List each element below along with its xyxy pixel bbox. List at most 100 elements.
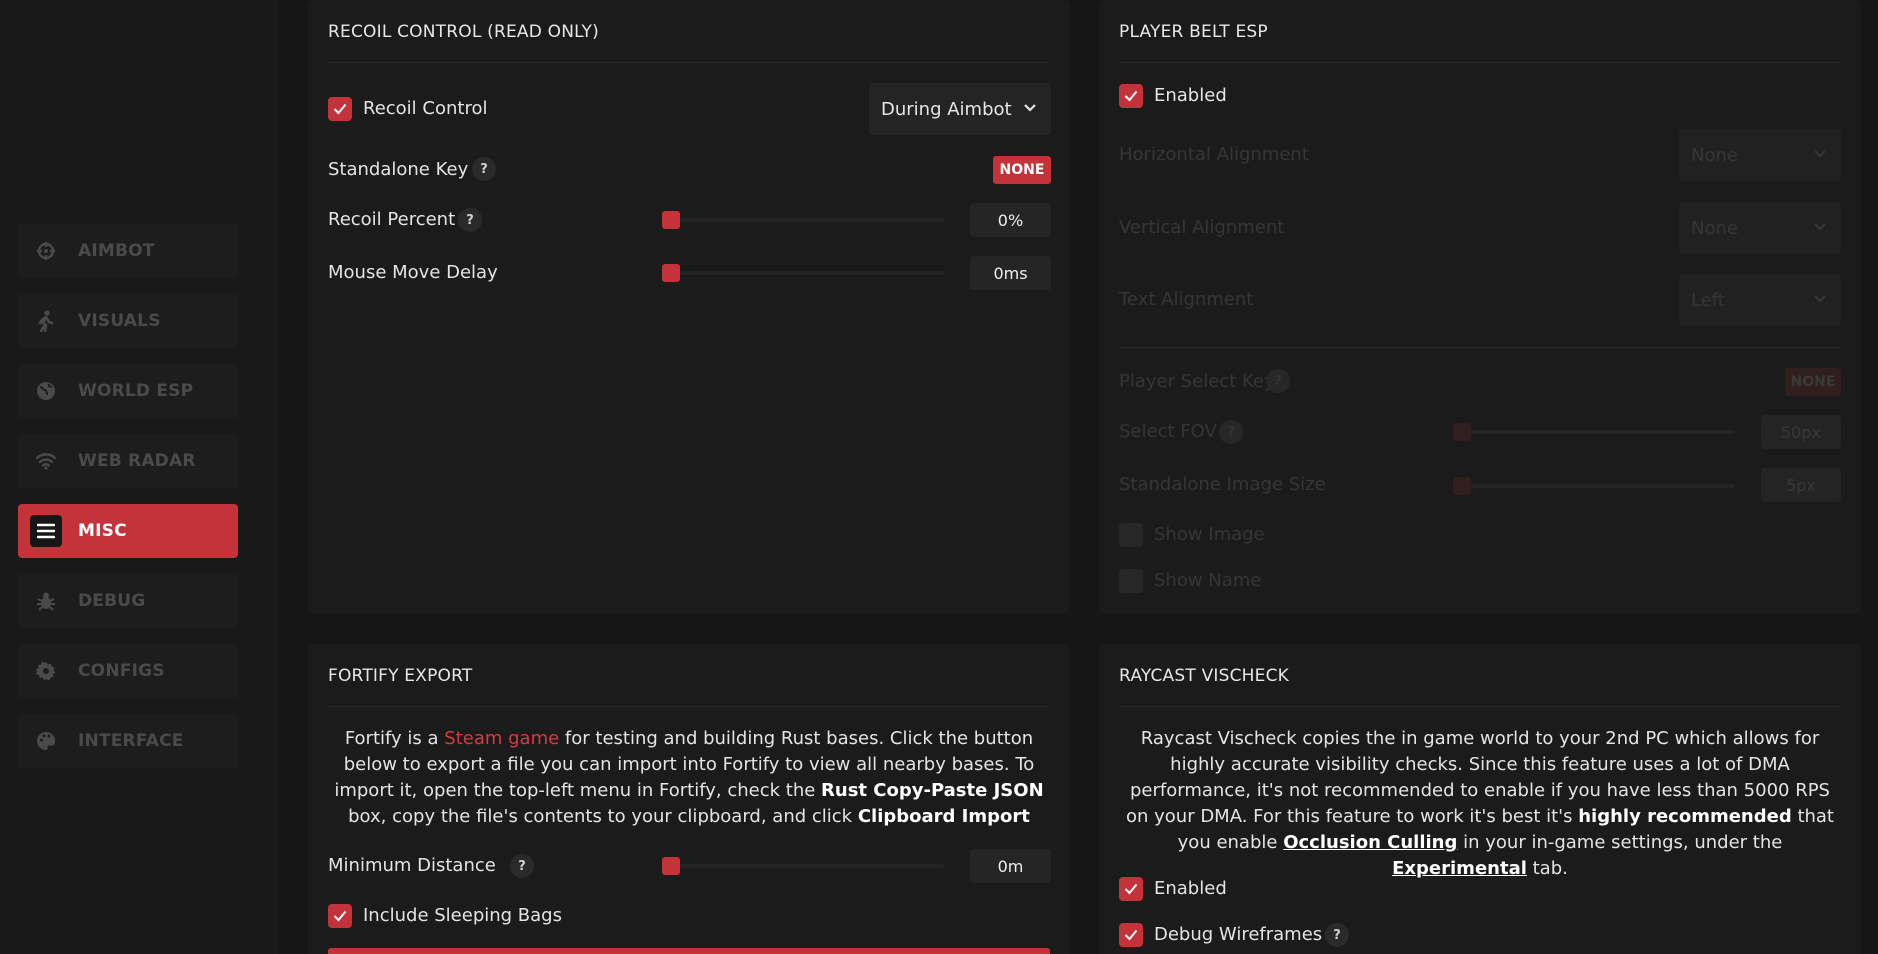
belt-esp-enabled-checkbox[interactable]: [1119, 84, 1143, 108]
sidebar-item-configs[interactable]: CONFIGS: [18, 644, 238, 698]
sidebar-item-debug[interactable]: DEBUG: [18, 574, 238, 628]
standalone-key-button[interactable]: NONE: [993, 156, 1051, 184]
panel-title: RECOIL CONTROL (READ ONLY): [328, 22, 599, 42]
help-icon[interactable]: ?: [472, 157, 496, 181]
help-icon[interactable]: ?: [458, 208, 482, 232]
dropdown-value: Left: [1691, 289, 1725, 311]
show-name-checkbox[interactable]: [1119, 569, 1143, 593]
recoil-percent-label: Recoil Percent: [328, 209, 456, 230]
description-text: box, copy the file's contents to your cl…: [348, 806, 858, 827]
sidebar-item-label: VISUALS: [78, 311, 161, 331]
help-icon[interactable]: ?: [1266, 369, 1290, 393]
divider: [328, 706, 1050, 707]
fortify-export-panel: FORTIFY EXPORT Fortify is a Steam game f…: [308, 644, 1070, 954]
raycast-enabled-checkbox[interactable]: [1119, 877, 1143, 901]
globe-icon: [30, 375, 62, 407]
experimental-link[interactable]: Experimental: [1392, 858, 1527, 879]
raycast-enabled-label: Enabled: [1154, 878, 1227, 899]
vertical-alignment-dropdown[interactable]: None: [1679, 202, 1841, 254]
dropdown-value: During Aimbot: [881, 98, 1012, 120]
horizontal-alignment-label: Horizontal Alignment: [1119, 144, 1309, 165]
show-image-checkbox[interactable]: [1119, 523, 1143, 547]
export-button[interactable]: [328, 948, 1050, 954]
raycast-description: Raycast Vischeck copies the in game worl…: [1119, 726, 1841, 882]
steam-game-link[interactable]: Steam game: [444, 728, 559, 749]
belt-esp-enabled-label: Enabled: [1154, 85, 1227, 106]
player-belt-esp-panel: PLAYER BELT ESP Enabled Horizontal Align…: [1099, 0, 1861, 614]
minimum-distance-slider[interactable]: [662, 864, 944, 868]
sidebar-item-label: WEB RADAR: [78, 451, 196, 471]
divider: [1119, 706, 1841, 707]
mouse-move-delay-label: Mouse Move Delay: [328, 262, 498, 283]
sidebar-item-label: AIMBOT: [78, 241, 155, 261]
help-icon[interactable]: ?: [1325, 923, 1349, 947]
checkmark-icon: [1124, 883, 1138, 895]
description-text: tab.: [1526, 858, 1568, 879]
chevron-down-icon: [1814, 295, 1826, 303]
select-fov-slider[interactable]: [1453, 430, 1735, 434]
recoil-control-panel: RECOIL CONTROL (READ ONLY) Recoil Contro…: [308, 0, 1070, 614]
recoil-mode-dropdown[interactable]: During Aimbot: [869, 83, 1051, 135]
player-select-key-label: Player Select Key: [1119, 371, 1275, 392]
wifi-icon: [30, 445, 62, 477]
text-alignment-label: Text Alignment: [1119, 289, 1254, 310]
description-bold: Rust Copy-Paste JSON: [821, 780, 1044, 801]
recoil-control-label: Recoil Control: [363, 98, 488, 119]
select-fov-value: 50px: [1761, 415, 1841, 449]
mouse-move-delay-slider[interactable]: [662, 271, 944, 275]
select-fov-label: Select FOV: [1119, 421, 1217, 442]
text-alignment-dropdown[interactable]: Left: [1679, 274, 1841, 326]
sidebar-item-aimbot[interactable]: AIMBOT: [18, 224, 238, 278]
minimum-distance-slider-thumb[interactable]: [662, 857, 680, 875]
horizontal-alignment-dropdown[interactable]: None: [1679, 129, 1841, 181]
help-icon[interactable]: ?: [510, 854, 534, 878]
divider: [1119, 347, 1841, 348]
show-name-label: Show Name: [1154, 570, 1262, 591]
sidebar-item-label: CONFIGS: [78, 661, 165, 681]
checkmark-icon: [333, 103, 347, 115]
chevron-down-icon: [1024, 104, 1036, 112]
sidebar-item-label: MISC: [78, 521, 127, 541]
palette-icon: [30, 725, 62, 757]
checkmark-icon: [333, 910, 347, 922]
sidebar-item-label: INTERFACE: [78, 731, 184, 751]
mouse-move-delay-slider-thumb[interactable]: [662, 264, 680, 282]
crosshair-icon: [30, 235, 62, 267]
dropdown-value: None: [1691, 144, 1738, 166]
panel-title: FORTIFY EXPORT: [328, 666, 473, 686]
fortify-description: Fortify is a Steam game for testing and …: [328, 726, 1050, 830]
sidebar-item-misc[interactable]: MISC: [18, 504, 238, 558]
occlusion-culling-link[interactable]: Occlusion Culling: [1283, 832, 1457, 853]
standalone-image-size-value: 5px: [1761, 468, 1841, 502]
walking-person-icon: [30, 305, 62, 337]
checkmark-icon: [1124, 929, 1138, 941]
standalone-image-size-slider-thumb[interactable]: [1453, 477, 1471, 495]
standalone-key-label: Standalone Key: [328, 159, 469, 180]
debug-wireframes-checkbox[interactable]: [1119, 923, 1143, 947]
panel-title: PLAYER BELT ESP: [1119, 22, 1268, 42]
recoil-percent-slider[interactable]: [662, 218, 944, 222]
description-text: in your in-game settings, under the: [1457, 832, 1783, 853]
chevron-down-icon: [1814, 223, 1826, 231]
sidebar-item-web-radar[interactable]: WEB RADAR: [18, 434, 238, 488]
sidebar-item-interface[interactable]: INTERFACE: [18, 714, 238, 768]
mouse-move-delay-value: 0ms: [970, 256, 1051, 290]
divider: [328, 62, 1050, 63]
recoil-percent-value: 0%: [970, 203, 1051, 237]
include-sleeping-bags-checkbox[interactable]: [328, 904, 352, 928]
standalone-image-size-slider[interactable]: [1453, 484, 1735, 488]
checkmark-icon: [1124, 90, 1138, 102]
recoil-percent-slider-thumb[interactable]: [662, 211, 680, 229]
gear-icon: [30, 655, 62, 687]
show-image-label: Show Image: [1154, 524, 1265, 545]
description-bold: Clipboard Import: [857, 806, 1030, 827]
select-fov-slider-thumb[interactable]: [1453, 423, 1471, 441]
recoil-control-checkbox[interactable]: [328, 97, 352, 121]
sidebar-item-world-esp[interactable]: WORLD ESP: [18, 364, 238, 418]
sidebar-item-visuals[interactable]: VISUALS: [18, 294, 238, 348]
help-icon[interactable]: ?: [1219, 420, 1243, 444]
sidebar-item-label: DEBUG: [78, 591, 146, 611]
description-text: Fortify is a: [344, 728, 445, 749]
chevron-down-icon: [1814, 150, 1826, 158]
player-select-key-button[interactable]: NONE: [1785, 368, 1841, 396]
